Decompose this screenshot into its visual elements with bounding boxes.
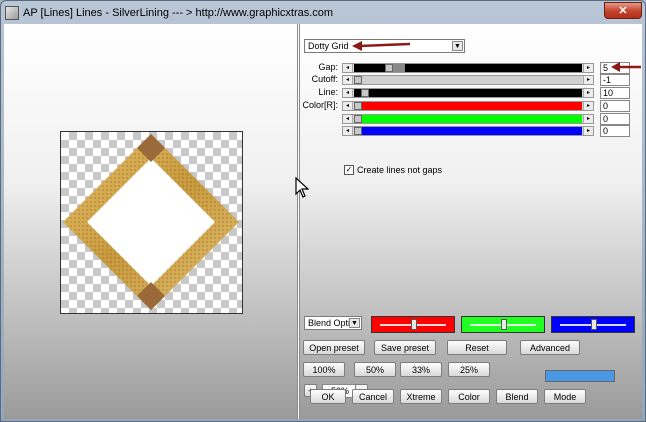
- color-slider[interactable]: [551, 316, 635, 333]
- create-lines-label: Create lines not gaps: [357, 165, 443, 175]
- param-value[interactable]: 10: [600, 87, 630, 99]
- color-slider[interactable]: [371, 316, 455, 333]
- slider-track[interactable]: [354, 115, 582, 123]
- color-slider[interactable]: [461, 316, 545, 333]
- zoom-100-button[interactable]: 100%: [303, 362, 345, 377]
- ok-button[interactable]: OK: [310, 389, 346, 404]
- title-bar[interactable]: AP [Lines] Lines - SilverLining --- > ht…: [1, 1, 645, 25]
- param-label: Line:: [318, 87, 338, 97]
- slider-right-icon[interactable]: ▸: [583, 64, 593, 72]
- cancel-button[interactable]: Cancel: [352, 389, 394, 404]
- mouse-cursor-icon: [295, 177, 309, 198]
- open-preset-button[interactable]: Open preset: [303, 340, 365, 355]
- slider-track[interactable]: [354, 127, 582, 135]
- plugin-window: AP [Lines] Lines - SilverLining --- > ht…: [0, 0, 646, 422]
- slider-left-icon[interactable]: ◂: [343, 76, 353, 84]
- slider-right-icon[interactable]: ▸: [583, 102, 593, 110]
- param-slider[interactable]: ◂ ▸: [342, 88, 594, 98]
- slider-track[interactable]: [354, 89, 582, 97]
- slider-thumb[interactable]: [354, 102, 362, 110]
- param-slider[interactable]: ◂ ▸: [342, 63, 594, 73]
- mode-button[interactable]: Mode: [544, 389, 586, 404]
- blend-dropdown-value: Blend Opti: [308, 318, 351, 328]
- window-title: AP [Lines] Lines - SilverLining --- > ht…: [23, 7, 334, 19]
- color-slider-knob[interactable]: [591, 319, 597, 330]
- blend-button[interactable]: Blend: [496, 389, 538, 404]
- slider-left-icon[interactable]: ◂: [343, 127, 353, 135]
- slider-right-icon[interactable]: ▸: [583, 76, 593, 84]
- chevron-down-icon[interactable]: ▼: [349, 318, 360, 328]
- slider-left-icon[interactable]: ◂: [343, 89, 353, 97]
- color-button[interactable]: Color: [448, 389, 490, 404]
- color-slider-knob[interactable]: [411, 319, 417, 330]
- color-slider-knob[interactable]: [501, 319, 507, 330]
- preview-canvas[interactable]: [60, 131, 243, 314]
- dialog-client-area: Dotty Grid ▼ Gap: ◂ ▸ 5 Cutoff: ◂ ▸ -1 Line: ◂ ▸ 10…: [4, 24, 642, 419]
- param-value[interactable]: -1: [600, 74, 630, 86]
- close-button[interactable]: ✕: [604, 2, 642, 19]
- param-slider[interactable]: ◂ ▸: [342, 114, 594, 124]
- annotation-arrow-icon: [352, 41, 411, 51]
- param-value[interactable]: 0: [600, 100, 630, 112]
- param-value[interactable]: 0: [600, 125, 630, 137]
- create-lines-checkbox[interactable]: ✓: [344, 165, 354, 175]
- param-value[interactable]: 0: [600, 113, 630, 125]
- app-icon: [5, 6, 19, 20]
- pattern-dropdown-value: Dotty Grid: [308, 41, 349, 51]
- zoom-50-button[interactable]: 50%: [354, 362, 396, 377]
- slider-track[interactable]: [354, 76, 582, 84]
- param-slider[interactable]: ◂ ▸: [342, 126, 594, 136]
- xtreme-button[interactable]: Xtreme: [400, 389, 442, 404]
- save-preset-button[interactable]: Save preset: [374, 340, 436, 355]
- param-label: Color[R]:: [302, 100, 338, 110]
- zoom-25-button[interactable]: 25%: [448, 362, 490, 377]
- slider-thumb[interactable]: [361, 89, 369, 97]
- param-label: Gap:: [318, 62, 338, 72]
- slider-track[interactable]: [354, 64, 582, 72]
- slider-left-icon[interactable]: ◂: [343, 102, 353, 110]
- slider-fill: [393, 64, 405, 72]
- slider-left-icon[interactable]: ◂: [343, 115, 353, 123]
- slider-thumb[interactable]: [354, 127, 362, 135]
- blend-dropdown[interactable]: Blend Opti ▼: [304, 316, 362, 330]
- param-slider[interactable]: ◂ ▸: [342, 101, 594, 111]
- advanced-button[interactable]: Advanced: [520, 340, 580, 355]
- reset-button[interactable]: Reset: [447, 340, 507, 355]
- slider-thumb[interactable]: [354, 76, 362, 84]
- check-mark-icon: ✓: [345, 165, 353, 174]
- slider-right-icon[interactable]: ▸: [583, 89, 593, 97]
- slider-left-icon[interactable]: ◂: [343, 64, 353, 72]
- slider-track[interactable]: [354, 102, 582, 110]
- slider-right-icon[interactable]: ▸: [583, 127, 593, 135]
- param-slider[interactable]: ◂ ▸: [342, 75, 594, 85]
- param-label: Cutoff:: [311, 74, 338, 84]
- zoom-33-button[interactable]: 33%: [400, 362, 442, 377]
- slider-thumb[interactable]: [385, 64, 393, 72]
- slider-right-icon[interactable]: ▸: [583, 115, 593, 123]
- slider-thumb[interactable]: [354, 115, 362, 123]
- color-swatch[interactable]: [545, 370, 615, 382]
- annotation-arrow-icon: [611, 62, 641, 72]
- transparency-overlay: [61, 132, 242, 313]
- chevron-down-icon[interactable]: ▼: [452, 41, 463, 51]
